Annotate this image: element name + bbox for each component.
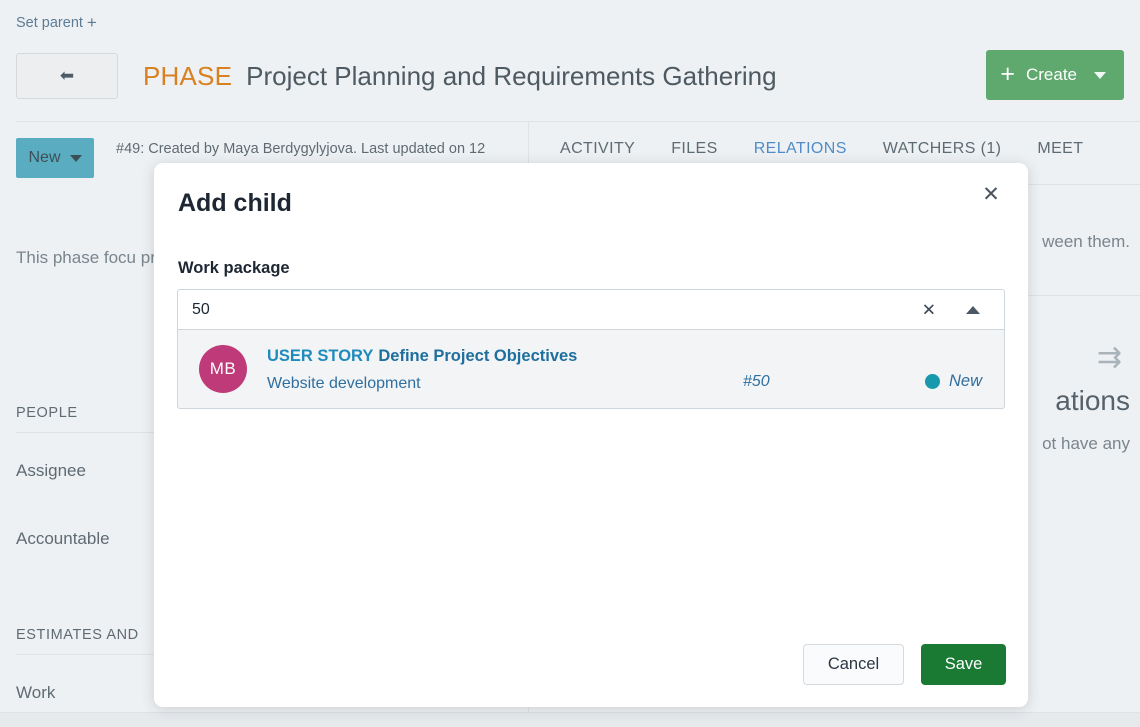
clear-x-icon[interactable]: ✕: [916, 300, 942, 319]
plus-icon: +: [87, 14, 97, 31]
avatar: MB: [199, 345, 247, 393]
tab-meetings[interactable]: MEET: [1037, 140, 1083, 170]
relations-empty-title: ations: [1055, 385, 1130, 417]
chevron-up-icon[interactable]: [966, 306, 980, 314]
chevron-down-icon: [70, 155, 82, 162]
relations-empty-subtitle: ot have any: [1042, 434, 1130, 454]
field-label-work: Work: [16, 683, 55, 703]
back-button[interactable]: ⬅: [16, 53, 118, 99]
section-label-estimates: ESTIMATES AND: [16, 627, 139, 643]
work-package-type-label: USER STORY: [267, 347, 373, 365]
footer-band: [0, 713, 1140, 727]
search-input-value: 50: [178, 301, 210, 319]
work-package-title-row: ⬅ PHASE Project Planning and Requirement…: [16, 52, 1124, 100]
cancel-button[interactable]: Cancel: [803, 644, 904, 685]
field-label-accountable: Accountable: [16, 529, 110, 549]
status-badge: New: [858, 372, 988, 393]
create-button-label: Create: [1026, 65, 1077, 85]
status-badge-label: New: [949, 372, 982, 391]
relations-arrow-icon: ⇉: [1097, 340, 1122, 375]
dialog-actions: Cancel Save: [803, 644, 1006, 685]
search-input[interactable]: 50 ✕: [177, 289, 1005, 330]
plus-icon: +: [1000, 62, 1015, 87]
list-item-title: USER STORY Define Project Objectives: [267, 345, 723, 367]
field-label-assignee: Assignee: [16, 461, 86, 481]
list-item-main: USER STORY Define Project Objectives Webs…: [267, 345, 723, 392]
section-label-people: PEOPLE: [16, 405, 78, 421]
save-button[interactable]: Save: [921, 644, 1006, 685]
work-package-field-heading: Work package: [178, 259, 290, 278]
chevron-down-icon: [1094, 72, 1106, 79]
work-package-type: PHASE: [143, 61, 232, 92]
autocomplete-dropdown: MB USER STORY Define Project Objectives W…: [177, 330, 1005, 409]
dialog-title: Add child: [178, 189, 292, 218]
work-package-meta: #49: Created by Maya Berdygylyjova. Last…: [116, 138, 516, 160]
status-button[interactable]: New: [16, 138, 94, 178]
set-parent-link[interactable]: Set parent +: [16, 14, 97, 31]
status-dot-icon: [925, 374, 940, 389]
status-button-label: New: [28, 149, 60, 167]
list-item-id: #50: [743, 373, 838, 393]
list-item[interactable]: MB USER STORY Define Project Objectives W…: [178, 330, 1004, 408]
list-item-project: Website development: [267, 375, 723, 393]
set-parent-label: Set parent: [16, 15, 83, 31]
add-child-dialog: ✕ Add child Work package 50 ✕ MB USER ST…: [154, 163, 1028, 707]
back-arrow-icon: ⬅: [60, 66, 74, 86]
close-icon[interactable]: ✕: [974, 177, 1008, 211]
work-package-autocomplete: 50 ✕ MB USER STORY Define Project Objecti…: [177, 289, 1005, 409]
header-divider: [16, 121, 1140, 122]
work-package-subject-label: Define Project Objectives: [378, 347, 577, 365]
create-button[interactable]: + Create: [986, 50, 1124, 100]
page-title: Project Planning and Requirements Gather…: [246, 61, 776, 92]
